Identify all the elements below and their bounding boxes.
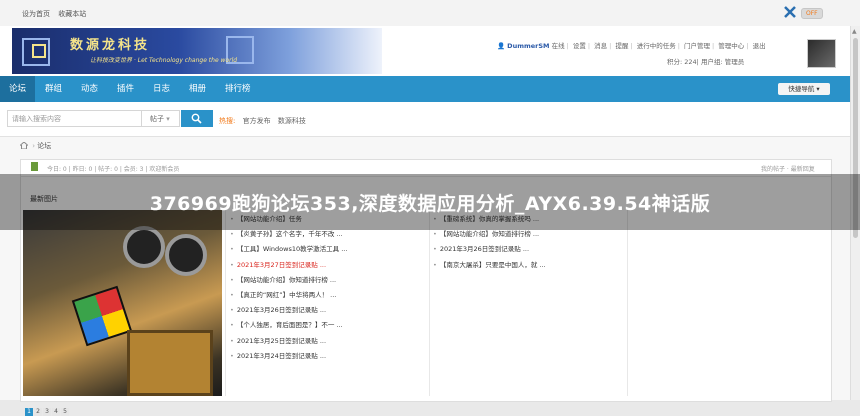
logout-link[interactable]: 退出 [753,42,766,50]
list-item[interactable]: 2021年3月25日签到记录贴 ... [230,334,426,349]
pager-item[interactable]: 2 [34,408,42,416]
brand-name: 数源龙科技 [70,38,151,53]
pager-item[interactable]: 4 [52,408,60,416]
chevron-down-icon: ▾ [816,85,820,93]
robot-body [127,330,213,396]
image-pager: 12345 [25,407,70,416]
hot-search-link[interactable]: 官方发布 [243,117,271,125]
off-badge[interactable]: OFF [801,8,823,19]
divider [627,210,628,396]
reminders-link[interactable]: 提醒 [615,42,628,50]
list-item[interactable]: 2021年3月27日签到记录贴 ... [230,258,426,273]
rubik-cube [71,285,133,347]
breadcrumb-forum-link[interactable]: 论坛 [37,142,51,150]
search-icon [191,113,202,124]
user-status[interactable]: 在线 [552,42,565,50]
pager-item[interactable]: 1 [25,408,33,416]
title-overlay: 376969跑狗论坛353,深度数据应用分析_AYX6.39.54神话版 [0,174,860,230]
quick-nav-button[interactable]: 快捷导航 ▾ [778,83,830,95]
search-type-select[interactable]: 帖子 ▾ [142,110,180,127]
browser-topbar: 设为首页 收藏本站 OFF [0,0,860,27]
list-item[interactable]: 【网站功能介绍】你知道排行榜 ... [230,273,426,288]
brand-slogan: 让科技改变世界 · Let Technology change the worl… [90,57,238,64]
search-button[interactable] [181,110,213,127]
robot-eye [165,234,207,276]
user-stats: 积分: 224| 用户组: 管理员 [667,58,745,66]
scroll-up-icon[interactable]: ▲ [852,28,857,35]
search-input[interactable]: 请输入搜索内容 [7,110,142,127]
nav-item-blog[interactable]: 日志 [144,76,179,102]
nav-item-feed[interactable]: 动态 [72,76,107,102]
set-homepage-link[interactable]: 设为首页 [22,10,50,18]
list-item[interactable]: 【南京大屠杀】只要是中国人，就 ... [433,258,629,273]
user-group-link[interactable]: 用户组: 管理员 [701,58,744,66]
admin-center-link[interactable]: 管理中心 [718,42,744,50]
messages-link[interactable]: 消息 [594,42,607,50]
bookmark-link[interactable]: 收藏本站 [58,10,86,18]
user-icon: 👤 [497,42,506,50]
nav-item-groups[interactable]: 群组 [36,76,71,102]
nav-item-ranking[interactable]: 排行榜 [216,76,260,102]
featured-image[interactable] [23,210,222,396]
nav-item-forum[interactable]: 论坛 [0,76,36,102]
breadcrumb: › 论坛 [20,141,51,151]
list-item[interactable]: 2021年3月24日签到记录贴 ... [230,349,426,364]
main-nav: 论坛 群组 动态 插件 日志 相册 排行榜 快捷导航 ▾ [0,76,850,102]
user-bar: 👤 DummerSM 在线 | 设置 | 消息 | 提醒 | 进行中的任务 | 门户管理 |… [497,42,766,50]
search-type-label: 帖子 [150,115,164,123]
quick-nav-label: 快捷导航 [788,85,815,93]
overlay-title: 376969跑狗论坛353,深度数据应用分析_AYX6.39.54神话版 [149,193,711,215]
pager-item[interactable]: 5 [61,408,69,416]
nav-item-album[interactable]: 相册 [180,76,215,102]
pager-item[interactable]: 3 [43,408,51,416]
forum-stats: 今日: 0 | 昨日: 0 | 帖子: 0 | 会员: 3 | 欢迎新会员 [47,166,180,173]
my-posts-link[interactable]: 我的帖子 · 最新回复 [761,164,815,173]
nav-item-plugins[interactable]: 插件 [108,76,143,102]
portal-admin-link[interactable]: 门户管理 [684,42,710,50]
top-links: 设为首页 收藏本站 [22,9,92,19]
site-banner[interactable]: 数源龙科技 让科技改变世界 · Let Technology change th… [12,28,382,74]
hot-search-label: 热搜: [219,117,236,125]
tasks-link[interactable]: 进行中的任务 [637,42,676,50]
hot-search-link[interactable]: 数源科技 [278,117,306,125]
list-item[interactable]: 【工具】Windows10教学激活工具 ... [230,242,426,257]
hot-search: 热搜: 官方发布 数源科技 [219,116,311,126]
close-x-icon[interactable] [783,5,797,19]
logo-square-icon [32,44,46,58]
username-link[interactable]: DummerSM [507,42,549,50]
home-icon[interactable] [20,142,28,149]
list-item[interactable]: 【真正的“网红”】中华将两人！ ... [230,288,426,303]
search-row: 请输入搜索内容 帖子 ▾ 热搜: 官方发布 数源科技 [0,102,850,137]
latest-posts-list: 【网站功能介绍】任务【炎黄子孙】这个名字，千年不改 ...【工具】Windows… [230,212,426,364]
list-item[interactable]: 2021年3月26日签到记录贴 ... [230,303,426,318]
avatar[interactable] [807,39,836,68]
list-item[interactable]: 【个人独居，育后面困是？】不一 ... [230,318,426,333]
divider [429,210,430,396]
points-link[interactable]: 积分: 224 [667,58,697,66]
bookmark-icon [31,162,38,171]
robot-eye [123,226,165,268]
settings-link[interactable]: 设置 [573,42,586,50]
chevron-down-icon: ▾ [166,115,170,123]
site-header: 数源龙科技 让科技改变世界 · Let Technology change th… [0,26,850,76]
list-item[interactable]: 2021年3月26日签到记录贴 ... [433,242,629,257]
divider [225,210,226,396]
